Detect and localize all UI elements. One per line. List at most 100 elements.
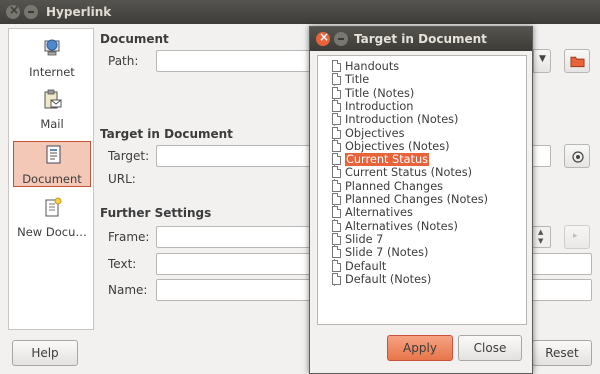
close-button[interactable]: Close xyxy=(458,335,522,361)
category-sidebar: Internet Mail Document New Docu… xyxy=(8,28,94,330)
slide-page-icon xyxy=(332,232,341,245)
slide-page-icon xyxy=(332,153,341,166)
slide-page-icon xyxy=(332,193,341,205)
tree-item-label: Introduction xyxy=(345,99,414,113)
slide-page-icon xyxy=(332,179,341,192)
sidebar-item-label: Document xyxy=(22,172,82,186)
slide-page-icon xyxy=(332,166,341,179)
sidebar-item-label: New Docu… xyxy=(17,225,87,239)
tree-item-label: Slide 7 xyxy=(345,232,384,246)
name-input[interactable] xyxy=(156,279,316,301)
tree-item[interactable]: Introduction xyxy=(332,99,414,113)
target-input[interactable] xyxy=(156,145,316,167)
slide-page-icon xyxy=(332,99,341,112)
tree-item-label: Objectives (Notes) xyxy=(345,139,450,153)
window-title: Hyperlink xyxy=(46,5,112,19)
tree-item[interactable]: Handouts xyxy=(332,60,399,73)
path-input[interactable] xyxy=(156,50,316,72)
tree-item[interactable]: Current Status (Notes) xyxy=(332,166,472,179)
tree-item-label: Current Status xyxy=(345,153,430,167)
frame-dropdown-button[interactable]: ▲ ▼ xyxy=(532,226,551,248)
slide-page-icon xyxy=(332,86,341,99)
tree-item-label: Default xyxy=(345,259,387,273)
target-tree[interactable]: Handouts Title Title (Notes) Introduction In… xyxy=(317,55,527,325)
tree-item[interactable]: Introduction (Notes) xyxy=(332,113,458,126)
dialog-titlebar: Target in Document xyxy=(310,27,532,51)
target-label: Target: xyxy=(108,149,150,163)
slide-page-icon xyxy=(332,259,341,272)
tree-item[interactable]: Objectives xyxy=(332,126,405,140)
help-button[interactable]: Help xyxy=(12,340,78,366)
tree-item-label: Alternatives xyxy=(345,206,413,220)
slide-page-icon xyxy=(332,126,341,139)
chevron-down-icon: ▼ xyxy=(539,54,546,64)
main-titlebar: Hyperlink xyxy=(0,0,600,24)
frame-label: Frame: xyxy=(108,230,150,244)
slide-page-icon xyxy=(332,60,341,72)
globe-monitor-icon xyxy=(44,39,60,56)
target-in-document-button[interactable] xyxy=(564,144,590,168)
tree-item-label: Current Status (Notes) xyxy=(345,166,473,180)
slide-page-icon xyxy=(332,272,341,285)
slide-page-icon xyxy=(332,73,341,86)
target-heading: Target in Document xyxy=(100,127,233,141)
document-heading: Document xyxy=(100,32,169,46)
tree-item[interactable]: Title (Notes) xyxy=(332,86,415,100)
tree-item-label: Planned Changes (Notes) xyxy=(345,193,489,206)
tree-item[interactable]: Planned Changes (Notes) xyxy=(332,193,488,206)
url-label: URL: xyxy=(108,172,136,186)
tree-item[interactable]: Title xyxy=(332,73,369,86)
window-minimize-icon[interactable] xyxy=(24,5,38,19)
tree-item-label: Objectives xyxy=(345,126,405,140)
tree-item[interactable]: Slide 7 xyxy=(332,232,384,246)
frame-combobox[interactable] xyxy=(156,226,316,248)
open-file-button[interactable] xyxy=(564,49,590,73)
tree-item[interactable]: Default (Notes) xyxy=(332,272,432,286)
tree-item-label: Planned Changes xyxy=(345,179,444,193)
tree-item[interactable]: Current Status xyxy=(332,153,430,167)
path-label: Path: xyxy=(108,54,139,68)
sidebar-item-mail[interactable]: Mail xyxy=(13,87,91,133)
tree-item-label: Default (Notes) xyxy=(345,272,432,286)
tree-item-label: Slide 7 (Notes) xyxy=(345,246,429,260)
tree-item[interactable]: Planned Changes xyxy=(332,179,444,193)
dialog-title: Target in Document xyxy=(354,32,487,46)
tree-item[interactable]: Default xyxy=(332,259,387,273)
tree-item-label: Title (Notes) xyxy=(345,86,415,100)
text-input[interactable] xyxy=(156,253,316,275)
path-dropdown-button[interactable]: ▼ xyxy=(533,49,551,73)
name-input-end xyxy=(532,279,592,301)
text-label: Text: xyxy=(108,257,137,271)
tree-item[interactable]: Slide 7 (Notes) xyxy=(332,246,428,259)
tree-item[interactable]: Alternatives (Notes) xyxy=(332,219,458,233)
window-close-icon[interactable] xyxy=(6,3,20,19)
mail-clipboard-icon xyxy=(44,89,62,109)
apply-button[interactable]: Apply xyxy=(387,335,453,361)
sidebar-item-new-document[interactable]: New Docu… xyxy=(13,195,91,241)
slide-page-icon xyxy=(332,246,341,259)
slide-page-icon xyxy=(332,206,341,219)
target-in-document-dialog: Target in Document HandoutsTitleTitle (N… xyxy=(309,26,533,374)
sidebar-item-label: Internet xyxy=(29,65,75,79)
target-icon xyxy=(572,151,584,163)
slide-page-icon xyxy=(332,139,341,152)
tree-item-label: Alternatives (Notes) xyxy=(345,219,458,233)
sidebar-item-document[interactable]: Document xyxy=(13,141,91,187)
tree-item[interactable]: Alternatives xyxy=(332,206,413,219)
reset-button[interactable]: Reset xyxy=(532,340,592,366)
sidebar-item-internet[interactable]: Internet xyxy=(13,35,91,81)
dialog-minimize-icon[interactable] xyxy=(334,32,348,46)
slide-page-icon xyxy=(332,113,341,126)
document-icon xyxy=(46,145,61,164)
tree-item-label: Introduction (Notes) xyxy=(345,113,459,127)
spin-arrows-icon: ▲ ▼ xyxy=(538,228,544,245)
text-input-end xyxy=(532,253,592,275)
events-icon: ▸ xyxy=(573,231,578,241)
dialog-close-icon[interactable] xyxy=(316,30,330,46)
events-button[interactable]: ▸ xyxy=(564,225,590,249)
tree-item-label: Handouts xyxy=(345,60,400,73)
new-document-icon xyxy=(45,197,62,217)
tree-item[interactable]: Objectives (Notes) xyxy=(332,139,450,153)
sidebar-item-label: Mail xyxy=(40,117,64,131)
target-input-end xyxy=(532,145,551,167)
